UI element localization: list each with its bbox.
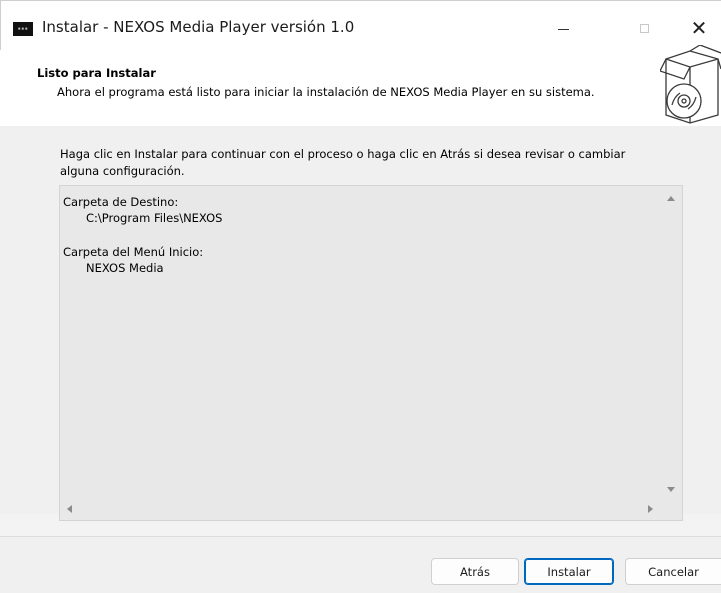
- start-menu-label: Carpeta del Menú Inicio:: [63, 245, 204, 259]
- back-button[interactable]: Atrás: [431, 558, 519, 585]
- close-button[interactable]: ✕: [676, 11, 721, 45]
- title-bar: ▪▪▪ Instalar - NEXOS Media Player versió…: [0, 0, 721, 50]
- summary-memo[interactable]: [59, 185, 683, 521]
- destination-value: C:\Program Files\NEXOS: [86, 211, 223, 225]
- window-title: Instalar - NEXOS Media Player versión 1.…: [42, 18, 355, 36]
- scroll-left-arrow-icon[interactable]: [67, 505, 72, 513]
- page-subtitle: Ahora el programa está listo para inicia…: [57, 85, 595, 99]
- app-icon: ▪▪▪: [13, 22, 33, 36]
- install-button[interactable]: Instalar: [524, 558, 614, 585]
- minimize-button[interactable]: [540, 11, 586, 45]
- scroll-down-arrow-icon[interactable]: [667, 487, 675, 492]
- cancel-button[interactable]: Cancelar: [625, 558, 721, 585]
- scroll-up-arrow-icon[interactable]: [667, 196, 675, 201]
- instructions-text: Haga clic en Instalar para continuar con…: [60, 147, 626, 178]
- scroll-right-arrow-icon[interactable]: [648, 505, 653, 513]
- page-title: Listo para Instalar: [37, 66, 156, 80]
- installer-box-disc-icon: [660, 45, 721, 124]
- minimize-icon: [557, 28, 569, 30]
- destination-label: Carpeta de Destino:: [63, 195, 179, 209]
- maximize-icon: [639, 23, 649, 33]
- close-icon: ✕: [690, 16, 708, 40]
- maximize-button[interactable]: [621, 11, 667, 45]
- start-menu-value: NEXOS Media: [86, 261, 164, 275]
